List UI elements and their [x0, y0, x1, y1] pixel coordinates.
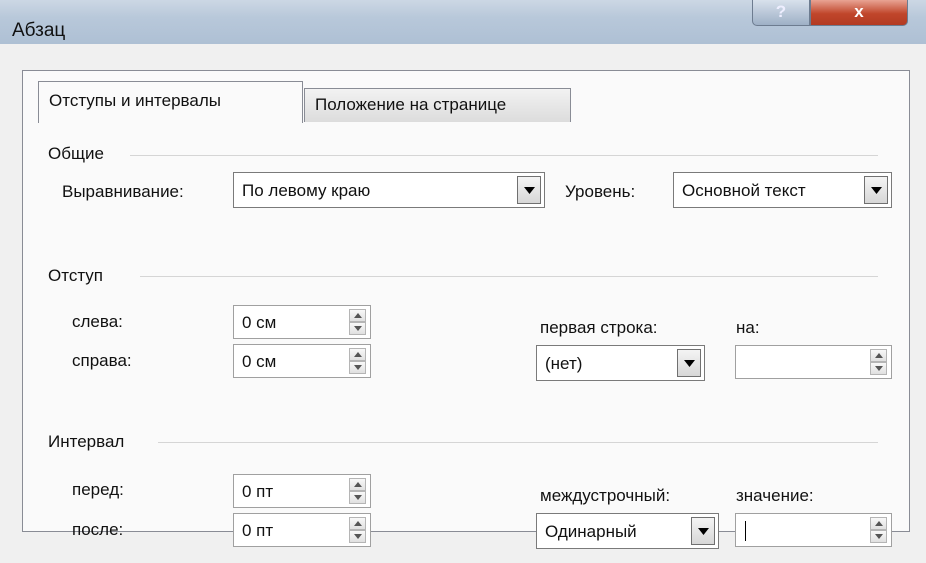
- line-spacing-select[interactable]: Одинарный: [536, 513, 719, 549]
- spacing-heading: Интервал: [48, 432, 125, 451]
- chevron-down-icon[interactable]: [517, 176, 541, 204]
- general-separator: [130, 155, 878, 156]
- first-line-value: (нет): [545, 354, 583, 373]
- level-label: Уровень:: [565, 182, 636, 201]
- first-line-label: первая строка:: [540, 318, 658, 337]
- spacing-at-spinner[interactable]: [735, 513, 892, 547]
- tab-line-page-breaks[interactable]: Положение на странице: [304, 88, 571, 122]
- spin-up-icon[interactable]: [349, 517, 366, 530]
- indent-left-spinner[interactable]: 0 см: [233, 305, 371, 339]
- chevron-down-icon[interactable]: [691, 517, 715, 545]
- text-caret: [745, 521, 746, 541]
- spin-up-icon[interactable]: [870, 349, 887, 362]
- alignment-label: Выравнивание:: [62, 182, 184, 201]
- title-bar: Абзац ? x: [0, 0, 926, 44]
- spin-down-icon[interactable]: [870, 362, 887, 375]
- level-value: Основной текст: [682, 181, 806, 200]
- spin-down-icon[interactable]: [870, 530, 887, 543]
- spin-up-icon[interactable]: [870, 517, 887, 530]
- spin-down-icon[interactable]: [349, 361, 366, 374]
- indent-by-spinner[interactable]: [735, 345, 892, 379]
- spin-down-icon[interactable]: [349, 530, 366, 543]
- spacing-before-value: 0 пт: [242, 482, 274, 501]
- indent-separator: [140, 276, 878, 277]
- alignment-value: По левому краю: [242, 181, 371, 200]
- spin-up-icon[interactable]: [349, 478, 366, 491]
- spacing-after-spinner[interactable]: 0 пт: [233, 513, 371, 547]
- close-button[interactable]: x: [810, 0, 908, 26]
- alignment-select[interactable]: По левому краю: [233, 172, 545, 208]
- indent-right-spinner[interactable]: 0 см: [233, 344, 371, 378]
- indent-right-value: 0 см: [242, 352, 277, 371]
- indent-left-value: 0 см: [242, 313, 277, 332]
- spacing-before-label: перед:: [72, 480, 124, 499]
- general-heading: Общие: [48, 144, 104, 163]
- line-spacing-value: Одинарный: [545, 522, 637, 541]
- indent-right-label: справа:: [72, 351, 132, 370]
- line-spacing-label: междустрочный:: [540, 486, 671, 505]
- first-line-select[interactable]: (нет): [536, 345, 705, 381]
- spin-down-icon[interactable]: [349, 491, 366, 504]
- tab-panel: [22, 70, 910, 532]
- indent-by-label: на:: [736, 318, 760, 337]
- spacing-after-value: 0 пт: [242, 521, 274, 540]
- chevron-down-icon[interactable]: [864, 176, 888, 204]
- help-button[interactable]: ?: [752, 0, 810, 26]
- indent-left-label: слева:: [72, 312, 123, 331]
- tab-indents-spacing[interactable]: Отступы и интервалы: [38, 81, 303, 123]
- spacing-at-label: значение:: [736, 486, 814, 505]
- spacing-separator: [158, 442, 878, 443]
- chevron-down-icon[interactable]: [677, 349, 701, 377]
- spin-down-icon[interactable]: [349, 322, 366, 335]
- window-title: Абзац: [12, 20, 66, 41]
- level-select[interactable]: Основной текст: [673, 172, 892, 208]
- spacing-after-label: после:: [72, 520, 124, 539]
- spin-up-icon[interactable]: [349, 309, 366, 322]
- indent-heading: Отступ: [48, 266, 104, 285]
- spacing-before-spinner[interactable]: 0 пт: [233, 474, 371, 508]
- spin-up-icon[interactable]: [349, 348, 366, 361]
